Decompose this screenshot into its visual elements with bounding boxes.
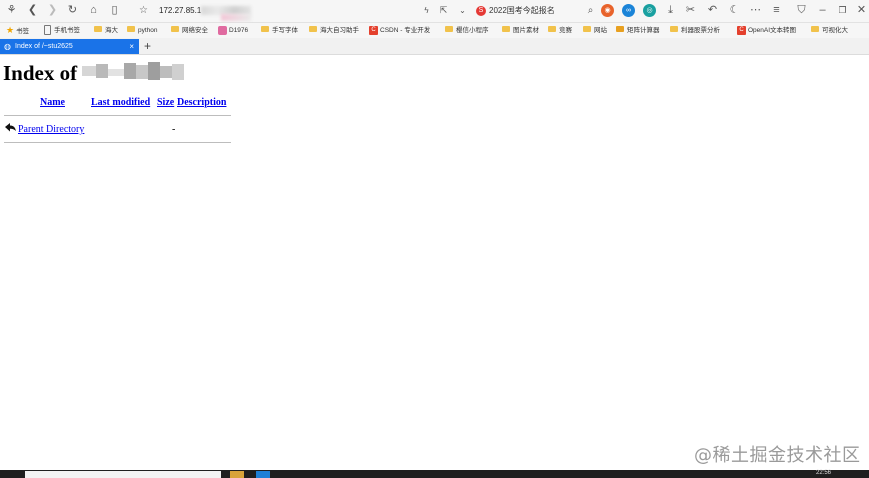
undo-icon[interactable]: ↶	[706, 4, 719, 17]
tab-strip: ◍ Index of /~stu2625 ×	[0, 38, 869, 55]
bookmark-item[interactable]: D1976	[218, 25, 248, 36]
bookmark-item[interactable]: 手机书签	[44, 25, 80, 36]
folder-icon	[261, 26, 269, 33]
csdn-icon: C	[737, 25, 746, 35]
watermark: @稀土掘金技术社区	[694, 445, 861, 466]
bookmark-item[interactable]: 矩阵计算器	[616, 25, 660, 36]
browser-toolbar: ⚘ ❮ ❯ ↻ ⌂ ▯ ☆ 172.27.85.1 ϟ ⇱ ⌄ S 2022国考今…	[0, 0, 869, 23]
bookmark-item[interactable]: 樱信小程序	[445, 25, 489, 36]
new-tab-button[interactable]: +	[144, 38, 151, 54]
back-arrow-icon	[5, 123, 16, 132]
column-header-description[interactable]: Description	[177, 97, 226, 108]
tab-title: Index of /~stu2625	[15, 43, 73, 50]
file-explorer-icon[interactable]	[230, 471, 244, 478]
folder-icon	[548, 26, 556, 33]
divider	[4, 115, 231, 116]
bookmark-item[interactable]: 利器股票分析	[670, 25, 720, 36]
folder-icon	[94, 26, 102, 33]
share-icon[interactable]: ⇱	[437, 4, 450, 17]
folder-icon	[171, 26, 179, 33]
row-size: -	[172, 124, 176, 135]
forward-icon[interactable]: ❯	[46, 4, 59, 17]
refresh-icon[interactable]: ↻	[66, 4, 79, 17]
browser-app-icon[interactable]	[256, 471, 270, 478]
restore-icon[interactable]: ❐	[836, 4, 849, 17]
folder-icon	[670, 26, 678, 33]
download-icon[interactable]: ⤓	[664, 4, 677, 17]
bookmark-star-icon[interactable]: ☆	[137, 4, 150, 17]
column-header-name[interactable]: Name	[40, 97, 65, 108]
bookmark-item[interactable]: 可视化大	[811, 25, 848, 36]
bookmark-item[interactable]: C OpenAI文本转图	[737, 25, 796, 36]
page-title: Index of	[3, 61, 78, 85]
bookmark-bar: ★ 书签 手机书签 海大 python 网络安全 D1976 手写字体 海大自习助…	[0, 23, 869, 38]
game-icon[interactable]: ◉	[601, 4, 614, 17]
folder-icon	[502, 26, 510, 33]
column-header-last-modified[interactable]: Last modified	[91, 97, 150, 108]
app-icon	[218, 25, 227, 35]
bookmark-item[interactable]: C CSDN - 专业开发	[369, 25, 430, 36]
tab-close-icon[interactable]: ×	[129, 39, 134, 54]
taskbar: 22:56	[0, 470, 869, 478]
redacted-path	[82, 62, 184, 82]
search-suggestion[interactable]: S 2022国考今起报名	[476, 4, 580, 18]
translate-icon[interactable]: ◎	[643, 4, 656, 17]
bookmark-item[interactable]: 手写字体	[261, 25, 298, 36]
bookmark-item[interactable]: 图片素材	[502, 25, 539, 36]
address-redaction-2	[221, 14, 251, 21]
home-icon[interactable]: ⌂	[87, 4, 100, 17]
bookmark-item[interactable]: 海大	[94, 25, 118, 36]
shirt-icon[interactable]: ⛉	[795, 4, 808, 17]
scissors-icon[interactable]: ✂	[684, 4, 697, 17]
menu-icon[interactable]: ≡	[770, 4, 783, 17]
search-query: 2022国考今起报名	[489, 6, 555, 15]
divider	[4, 142, 231, 143]
browser-logo-icon: ⚘	[6, 4, 17, 16]
folder-icon	[583, 26, 591, 33]
bookmark-item[interactable]: 海大自习助手	[309, 25, 359, 36]
dropdown-icon[interactable]: ⌄	[456, 4, 469, 17]
column-header-size[interactable]: Size	[157, 97, 174, 108]
bookmark-item[interactable]: ★ 书签	[6, 25, 29, 36]
lightning-icon[interactable]: ϟ	[420, 4, 433, 17]
globe-icon: ◍	[4, 42, 11, 51]
folder-icon	[309, 26, 317, 33]
bookmark-item[interactable]: python	[127, 25, 158, 36]
parent-directory-link[interactable]: Parent Directory	[18, 124, 84, 135]
search-icon[interactable]: ⌕	[584, 4, 597, 17]
tab-active[interactable]: ◍ Index of /~stu2625 ×	[0, 39, 139, 54]
clock: 22:56	[816, 470, 832, 476]
star-icon: ★	[6, 25, 15, 35]
csdn-icon: C	[369, 25, 378, 35]
night-mode-icon[interactable]: ☾	[728, 4, 741, 17]
search-engine-icon: S	[476, 5, 486, 16]
taskbar-search[interactable]	[25, 471, 221, 478]
address-bar[interactable]: 172.27.85.1	[159, 6, 201, 15]
close-window-icon[interactable]: ✕	[855, 4, 868, 17]
page-content: Index of Name Last modified Size Descrip…	[0, 55, 869, 470]
bookmark-item[interactable]: 竞赛	[548, 25, 572, 36]
more-icon[interactable]: ⋯	[749, 4, 762, 17]
app-icon	[616, 26, 624, 33]
folder-icon	[445, 26, 453, 33]
reader-mode-icon[interactable]: ▯	[108, 4, 121, 17]
folder-icon	[811, 26, 819, 33]
back-icon[interactable]: ❮	[26, 4, 39, 17]
phone-icon	[44, 25, 51, 36]
bookmark-item[interactable]: 网站	[583, 25, 607, 36]
minimize-icon[interactable]: –	[816, 4, 829, 17]
bookmark-item[interactable]: 网络安全	[171, 25, 208, 36]
infinity-icon[interactable]: ∞	[622, 4, 635, 17]
folder-icon	[127, 26, 135, 33]
